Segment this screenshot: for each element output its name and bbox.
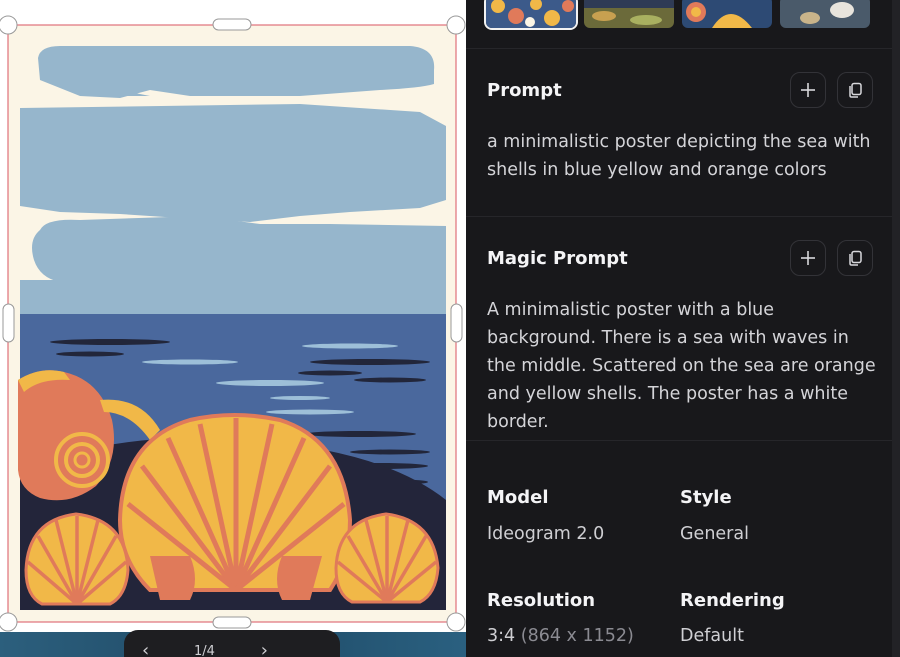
magic-prompt-title: Magic Prompt bbox=[487, 248, 628, 269]
magic-prompt-text: A minimalistic poster with a blue backgr… bbox=[487, 300, 876, 432]
add-prompt-button[interactable] bbox=[790, 72, 826, 108]
style-value: General bbox=[680, 524, 749, 544]
model-value: Ideogram 2.0 bbox=[487, 524, 605, 544]
copy-icon bbox=[849, 250, 862, 266]
resolution-ratio: 3:4 bbox=[487, 626, 516, 646]
copy-magic-prompt-button[interactable] bbox=[837, 240, 873, 276]
thumbnail-1[interactable] bbox=[486, 0, 576, 28]
resolution-label: Resolution bbox=[487, 590, 596, 611]
thumbnail-3[interactable] bbox=[682, 0, 772, 28]
divider bbox=[466, 440, 892, 441]
prompt-title: Prompt bbox=[487, 80, 562, 101]
copy-icon bbox=[849, 82, 862, 98]
chevron-right-icon[interactable]: › bbox=[261, 642, 268, 657]
panel-scrollbar[interactable] bbox=[892, 0, 900, 657]
image-pager: ‹ 1/4 › bbox=[124, 630, 340, 657]
add-magic-prompt-button[interactable] bbox=[790, 240, 826, 276]
poster-image bbox=[0, 15, 466, 632]
thumbnail-2[interactable] bbox=[584, 0, 674, 28]
divider bbox=[466, 48, 892, 49]
resolution-size: (864 x 1152) bbox=[520, 626, 634, 646]
rendering-label: Rendering bbox=[680, 590, 785, 611]
rendering-value: Default bbox=[680, 626, 744, 646]
chevron-left-icon[interactable]: ‹ bbox=[142, 642, 149, 657]
plus-icon bbox=[801, 83, 815, 97]
image-canvas[interactable]: ‹ 1/4 › bbox=[0, 0, 466, 657]
style-label: Style bbox=[680, 487, 732, 508]
thumbnail-strip bbox=[486, 0, 886, 30]
prompt-text: a minimalistic poster depicting the sea … bbox=[487, 132, 871, 180]
plus-icon bbox=[801, 251, 815, 265]
thumbnail-4[interactable] bbox=[780, 0, 870, 28]
divider bbox=[466, 216, 892, 217]
model-label: Model bbox=[487, 487, 549, 508]
resolution-value: 3:4 (864 x 1152) bbox=[487, 626, 634, 646]
details-panel: Prompt a minimalistic poster depicting t… bbox=[466, 0, 900, 657]
copy-prompt-button[interactable] bbox=[837, 72, 873, 108]
pager-counter: 1/4 bbox=[194, 644, 215, 657]
